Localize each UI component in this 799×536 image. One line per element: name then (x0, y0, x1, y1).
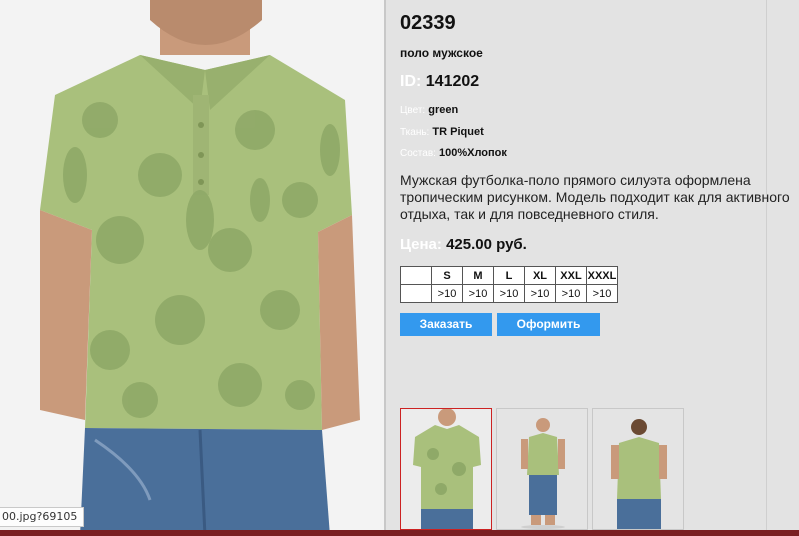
footer-strip (0, 530, 799, 536)
thumbnail-image (497, 409, 587, 529)
color-value: green (428, 104, 459, 116)
size-header: S (431, 266, 463, 285)
checkout-button[interactable]: Оформить (497, 313, 600, 336)
size-corner-cell (400, 266, 432, 285)
size-stock-row: >10 >10 >10 >10 >10 >10 (400, 284, 618, 303)
price-value: 425.00 руб. (446, 236, 527, 253)
panel-divider (766, 0, 767, 530)
order-button[interactable]: Заказать (400, 313, 492, 336)
status-url-tooltip: 00.jpg?69105 (0, 507, 85, 527)
product-id-row: ID: 141202 (400, 73, 479, 91)
size-header: M (462, 266, 494, 285)
color-label: Цвет: (400, 105, 426, 116)
price-label: Цена: (400, 236, 442, 253)
size-header-row: S M L XL XXL XXXL (400, 266, 618, 285)
stock-cell[interactable]: >10 (462, 284, 494, 303)
thumbnail-image (593, 409, 683, 529)
stock-cell[interactable]: >10 (555, 284, 587, 303)
fabric-label: Ткань: (400, 127, 430, 138)
attribute-color: Цвет: green (400, 104, 458, 116)
stock-cell[interactable]: >10 (431, 284, 463, 303)
size-header: XXL (555, 266, 587, 285)
size-header: XXXL (586, 266, 618, 285)
product-description: Мужская футболка-поло прямого силуэта оф… (400, 172, 790, 222)
composition-label: Состав: (400, 148, 436, 159)
stock-corner-cell (400, 284, 432, 303)
product-detail-panel: 02339 поло мужское ID: 141202 Цвет: gree… (384, 0, 799, 530)
size-header: L (493, 266, 525, 285)
thumbnail-full-front[interactable] (496, 408, 588, 530)
id-label: ID: (400, 73, 422, 90)
stock-cell[interactable]: >10 (586, 284, 618, 303)
product-subtitle: поло мужское (400, 46, 483, 60)
price-row: Цена: 425.00 руб. (400, 236, 527, 253)
thumbnail-back[interactable] (592, 408, 684, 530)
product-image (0, 0, 384, 536)
product-code: 02339 (400, 12, 456, 34)
composition-value: 100%Хлопок (438, 147, 507, 159)
attribute-composition: Состав: 100%Хлопок (400, 147, 507, 159)
size-header: XL (524, 266, 556, 285)
fabric-value: TR Piquet (432, 126, 484, 138)
main-product-photo[interactable]: 00.jpg?69105 (0, 0, 384, 536)
attribute-fabric: Ткань: TR Piquet (400, 126, 484, 138)
stock-cell[interactable]: >10 (493, 284, 525, 303)
thumbnail-front-closeup[interactable] (400, 408, 492, 530)
size-table: S M L XL XXL XXXL >10 >10 >10 >10 >10 >1… (400, 266, 618, 303)
thumbnail-image (401, 409, 491, 529)
stock-cell[interactable]: >10 (524, 284, 556, 303)
id-value: 141202 (425, 73, 480, 90)
